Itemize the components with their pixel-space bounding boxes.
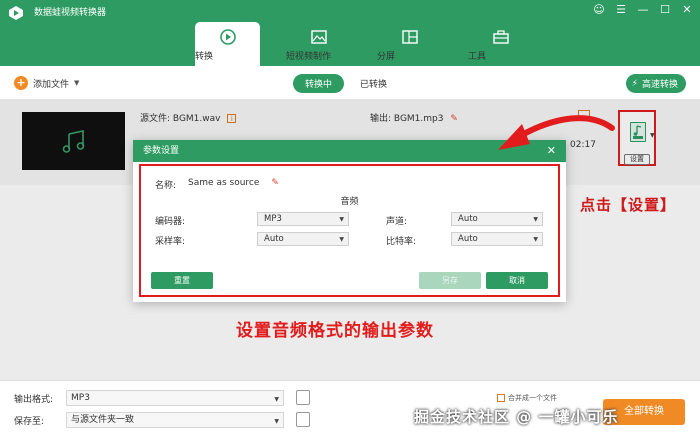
- parameter-settings-dialog: 参数设置 ✕ 名称: Same as source ✎ 音频 编码器: MP3 …: [133, 140, 566, 302]
- close-icon[interactable]: ✕: [680, 3, 694, 16]
- title-header: 数据蛙视频转换器 ☺ ☰ — ☐ ✕ 转换 短视频制作 分屏 工具: [0, 0, 700, 66]
- audio-section-title: 音频: [340, 197, 359, 207]
- format-settings-icon[interactable]: [296, 390, 310, 405]
- chevron-down-icon[interactable]: ▼: [74, 79, 79, 87]
- image-icon: [310, 30, 327, 44]
- feedback-icon[interactable]: ☺: [592, 3, 606, 16]
- annotation-caption: 设置音频格式的输出参数: [236, 321, 434, 341]
- dialog-body: 名称: Same as source ✎ 音频 编码器: MP3 声道: Aut…: [139, 164, 560, 297]
- output-format-select[interactable]: MP3: [66, 390, 284, 407]
- window-controls: ☺ ☰ — ☐ ✕: [592, 3, 694, 16]
- converting-tab[interactable]: 转换中: [293, 74, 345, 93]
- app-logo-icon: [9, 6, 23, 20]
- split-screen-icon: [401, 30, 418, 44]
- tab-tools[interactable]: 工具: [468, 22, 533, 66]
- reset-button[interactable]: 重置: [151, 272, 213, 289]
- name-value: Same as source: [188, 178, 260, 188]
- save-to-label: 保存至:: [14, 417, 45, 427]
- bitrate-select[interactable]: Auto: [451, 232, 543, 246]
- cancel-button[interactable]: 取消: [486, 272, 548, 289]
- add-file-label: 添加文件: [33, 79, 70, 90]
- app-title: 数据蛙视频转换器: [34, 8, 107, 18]
- encoder-select[interactable]: MP3: [257, 212, 349, 226]
- convert-icon: [219, 29, 236, 45]
- merge-checkbox[interactable]: [497, 394, 505, 402]
- tab-tools-label: 工具: [468, 52, 487, 62]
- channel-select[interactable]: Auto: [451, 212, 543, 226]
- output-format-label: 输出格式:: [14, 395, 54, 405]
- dialog-close-icon[interactable]: ✕: [547, 144, 556, 157]
- maximize-icon[interactable]: ☐: [658, 3, 672, 16]
- tab-short-video-label: 短视频制作: [286, 52, 332, 62]
- merge-label: 合并成一个文件: [508, 394, 557, 402]
- encoder-label: 编码器:: [155, 217, 186, 227]
- watermark: 掘金技术社区 @ 一罐小可乐: [414, 408, 619, 426]
- status-switch: 转换中 已转换: [293, 74, 387, 93]
- folder-icon[interactable]: [296, 412, 310, 427]
- tab-convert-label: 转换: [195, 52, 214, 62]
- edit-icon[interactable]: ✎: [271, 178, 279, 191]
- samplerate-label: 采样率:: [155, 237, 186, 247]
- converted-tab[interactable]: 已转换: [360, 77, 387, 90]
- minimize-icon[interactable]: —: [636, 3, 650, 16]
- tab-split-screen[interactable]: 分屏: [377, 22, 442, 66]
- tab-convert[interactable]: 转换: [195, 22, 260, 66]
- add-icon: +: [14, 76, 28, 90]
- name-label: 名称:: [155, 181, 177, 191]
- bitrate-label: 比特率:: [386, 237, 417, 247]
- save-to-select[interactable]: 与源文件夹一致: [66, 412, 284, 429]
- fast-convert-label: 高速转换: [641, 80, 678, 90]
- main-tabs: 转换 短视频制作 分屏 工具: [195, 22, 559, 66]
- toolbox-icon: [492, 30, 509, 44]
- samplerate-select[interactable]: Auto: [257, 232, 349, 246]
- tab-short-video[interactable]: 短视频制作: [286, 22, 351, 66]
- dialog-title: 参数设置: [133, 140, 566, 162]
- fast-convert-button[interactable]: ⚡ 高速转换: [625, 74, 686, 93]
- merge-option[interactable]: 合并成一个文件: [497, 393, 557, 403]
- menu-icon[interactable]: ☰: [614, 3, 628, 16]
- tab-split-screen-label: 分屏: [377, 52, 396, 62]
- add-file-button[interactable]: + 添加文件 ▼: [14, 76, 79, 90]
- lightning-icon: ⚡: [631, 78, 638, 89]
- toolbar: + 添加文件 ▼ 转换中 已转换 ⚡ 高速转换: [0, 66, 700, 100]
- channel-label: 声道:: [386, 217, 408, 227]
- name-row: 名称: Same as source ✎: [155, 178, 279, 191]
- save-as-button[interactable]: 另存: [419, 272, 481, 289]
